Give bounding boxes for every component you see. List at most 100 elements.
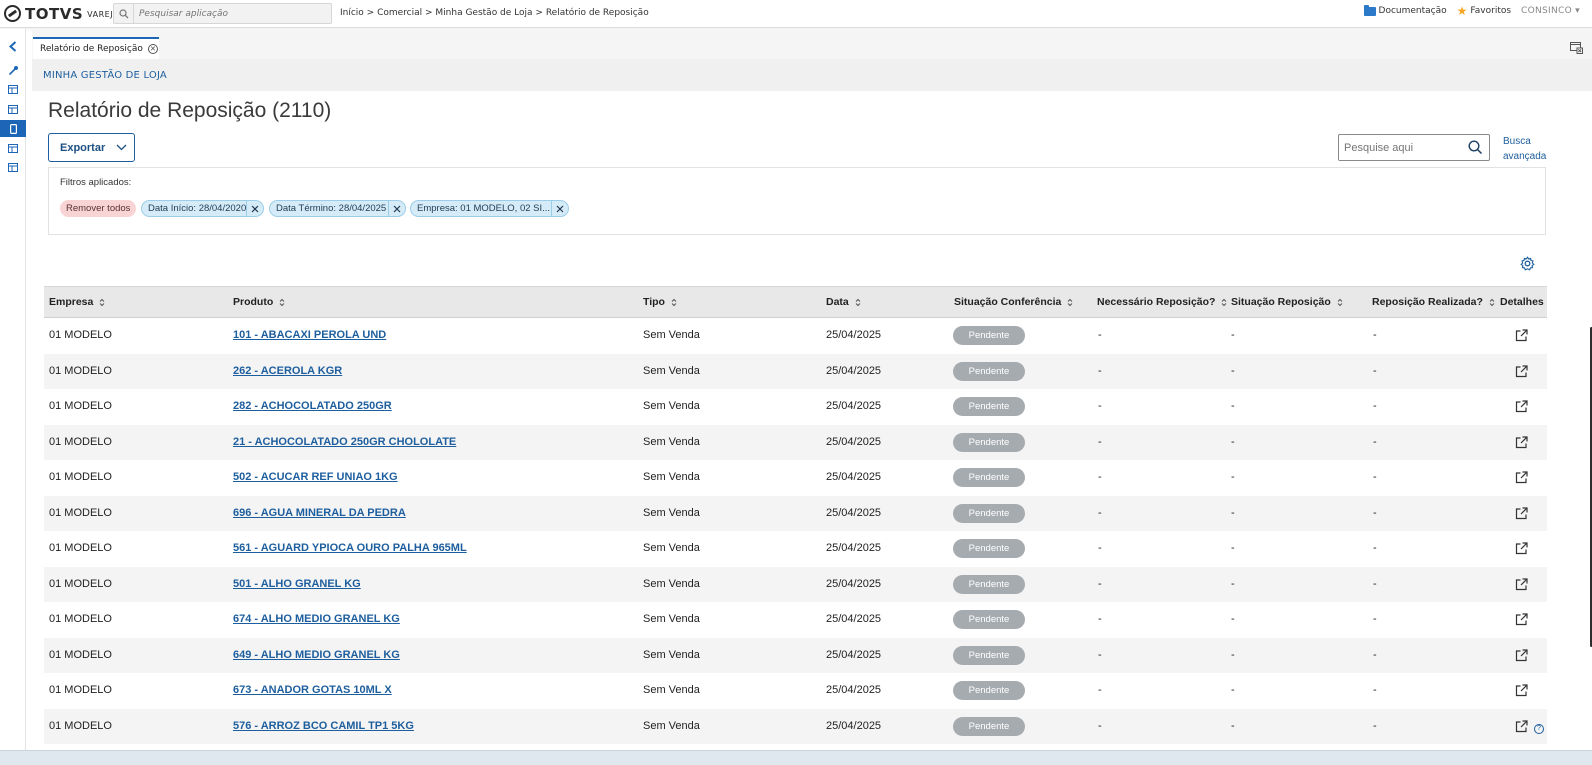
table-icon[interactable] xyxy=(0,140,26,157)
external-link-icon[interactable] xyxy=(1515,434,1528,453)
cell-reposicao-realizada: - xyxy=(1373,542,1377,554)
external-link-icon[interactable] xyxy=(1515,611,1528,630)
cell-necessario-reposicao: - xyxy=(1098,648,1102,661)
cell-data: 25/04/2025 xyxy=(826,364,882,377)
external-link-icon[interactable] xyxy=(1515,327,1528,346)
product-link[interactable]: 101 - ABACAXI PEROLA UND xyxy=(233,329,386,341)
column-label: Reposição Realizada? xyxy=(1372,296,1483,308)
cell-tipo: Sem Venda xyxy=(643,719,700,732)
external-link-icon[interactable] xyxy=(1515,363,1528,382)
gear-icon[interactable] xyxy=(1520,256,1535,275)
table-header: Empresa Produto Tipo Data Situação Confe… xyxy=(44,286,1547,318)
close-tab-icon[interactable]: ✕ xyxy=(147,44,158,54)
product-link[interactable]: 674 - ALHO MEDIO GRANEL KG xyxy=(233,613,400,625)
cell-data: 25/04/2025 xyxy=(826,648,882,661)
advanced-search-line2: avançada xyxy=(1503,151,1547,162)
product-link[interactable]: 673 - ANADOR GOTAS 10ML X xyxy=(233,684,392,696)
close-icon[interactable] xyxy=(246,201,263,216)
cell-tipo: Sem Venda xyxy=(643,364,700,377)
cell-empresa: 01 MODELO xyxy=(49,364,112,377)
table-icon[interactable] xyxy=(0,159,26,176)
external-link-icon[interactable] xyxy=(1515,398,1528,417)
cell-data: 25/04/2025 xyxy=(826,471,882,483)
top-bar: TOTVS VAREJO Início > Comercial > Minha … xyxy=(0,0,1592,28)
cell-necessario-reposicao: - xyxy=(1098,435,1102,448)
cell-tipo: Sem Venda xyxy=(643,613,700,625)
totvs-logo[interactable]: TOTVS VAREJO xyxy=(4,0,120,28)
column-header-produto[interactable]: Produto xyxy=(233,296,285,308)
table-icon[interactable] xyxy=(0,101,26,118)
report-table: Empresa Produto Tipo Data Situação Confe… xyxy=(44,286,1547,744)
mobile-icon[interactable] xyxy=(0,120,26,137)
product-link[interactable]: 502 - ACUCAR REF UNIAO 1KG xyxy=(233,471,398,483)
product-link[interactable]: 576 - ARROZ BCO CAMIL TP1 5KG xyxy=(233,720,414,732)
column-header-reposicao-realizada[interactable]: Reposição Realizada? xyxy=(1372,296,1495,308)
external-link-icon[interactable] xyxy=(1515,505,1528,524)
advanced-search-link[interactable]: Busca avançada xyxy=(1503,134,1553,164)
tab-relatorio-reposicao[interactable]: Relatório de Reposição ✕ xyxy=(33,37,159,59)
documentation-link[interactable]: Documentação xyxy=(1363,4,1447,16)
column-label: Data xyxy=(826,296,849,308)
remove-all-filters-button[interactable]: Remover todos xyxy=(60,200,136,217)
table-icon[interactable] xyxy=(0,81,26,98)
close-icon[interactable] xyxy=(388,201,405,216)
wrench-icon[interactable] xyxy=(0,62,26,79)
window-list-icon[interactable] xyxy=(1570,39,1583,58)
product-link[interactable]: 21 - ACHOCOLATADO 250GR CHOLOLATE xyxy=(233,436,456,448)
product-link[interactable]: 501 - ALHO GRANEL KG xyxy=(233,578,361,590)
product-link[interactable]: 262 - ACEROLA KGR xyxy=(233,365,342,377)
product-link[interactable]: 561 - AGUARD YPIOCA OURO PALHA 965ML xyxy=(233,542,467,554)
cell-reposicao-realizada: - xyxy=(1373,648,1377,661)
column-header-data[interactable]: Data xyxy=(826,296,861,308)
app-search-input[interactable] xyxy=(134,4,324,23)
external-link-icon[interactable] xyxy=(1515,469,1528,488)
breadcrumb[interactable]: Início > Comercial > Minha Gestão de Loj… xyxy=(340,8,649,18)
cell-tipo: Sem Venda xyxy=(643,435,700,448)
product-link[interactable]: 649 - ALHO MEDIO GRANEL KG xyxy=(233,649,400,661)
cell-reposicao-realizada: - xyxy=(1373,400,1377,412)
sort-icon xyxy=(1337,298,1343,306)
help-icon[interactable]: ? xyxy=(1534,724,1544,734)
cell-situacao-reposicao: - xyxy=(1231,613,1235,625)
cell-situacao-reposicao: - xyxy=(1231,542,1235,554)
export-button[interactable]: Exportar xyxy=(48,133,135,162)
external-link-icon[interactable] xyxy=(1515,718,1528,737)
cell-necessario-reposicao: - xyxy=(1098,400,1102,412)
status-badge: Pendente xyxy=(953,361,1025,381)
cell-necessario-reposicao: - xyxy=(1098,329,1102,341)
cell-tipo: Sem Venda xyxy=(643,684,700,696)
product-link[interactable]: 696 - AGUA MINERAL DA PEDRA xyxy=(233,507,406,519)
external-link-icon[interactable] xyxy=(1515,647,1528,666)
column-header-situacao-reposicao[interactable]: Situação Reposição xyxy=(1231,296,1343,308)
filter-chip-start-date: Data Início: 28/04/2020 xyxy=(141,200,264,217)
column-header-tipo[interactable]: Tipo xyxy=(643,296,677,308)
product-link[interactable]: 282 - ACHOCOLATADO 250GR xyxy=(233,400,392,412)
column-header-empresa[interactable]: Empresa xyxy=(49,296,105,308)
external-link-icon[interactable] xyxy=(1515,682,1528,701)
module-title: MINHA GESTÃO DE LOJA xyxy=(32,59,1592,91)
external-link-icon[interactable] xyxy=(1515,540,1528,559)
column-label: Necessário Reposição? xyxy=(1097,296,1216,308)
report-search-input[interactable] xyxy=(1339,135,1464,160)
cell-tipo: Sem Venda xyxy=(643,577,700,590)
content-area: Relatório de Reposição ✕ MINHA GESTÃO DE… xyxy=(32,29,1592,765)
sort-icon xyxy=(671,298,677,306)
close-icon[interactable] xyxy=(551,201,568,216)
column-header-situacao-conferencia[interactable]: Situação Conferência xyxy=(954,296,1073,308)
filter-chip-end-date: Data Término: 28/04/2025 xyxy=(269,200,406,217)
search-icon[interactable] xyxy=(1468,140,1483,155)
cell-data: 25/04/2025 xyxy=(826,719,882,732)
cell-necessario-reposicao: - xyxy=(1098,613,1102,625)
column-header-necessario-reposicao[interactable]: Necessário Reposição? xyxy=(1097,296,1227,308)
table-row: 01 MODELO 576 - ARROZ BCO CAMIL TP1 5KG Se… xyxy=(44,708,1547,744)
filter-chip-label: Data Início: 28/04/2020 xyxy=(148,203,247,214)
cell-empresa: 01 MODELO xyxy=(49,577,112,590)
chevron-left-icon[interactable] xyxy=(0,38,26,55)
external-link-icon[interactable] xyxy=(1515,576,1528,595)
cell-data: 25/04/2025 xyxy=(826,329,882,341)
search-icon[interactable] xyxy=(114,3,134,24)
status-badge: Pendente xyxy=(953,681,1025,700)
favorites-link[interactable]: ★ Favoritos xyxy=(1457,5,1511,17)
user-menu[interactable]: CONSINCO ▾ xyxy=(1521,6,1580,16)
report-page: Relatório de Reposição (2110) Exportar B… xyxy=(32,91,1592,765)
